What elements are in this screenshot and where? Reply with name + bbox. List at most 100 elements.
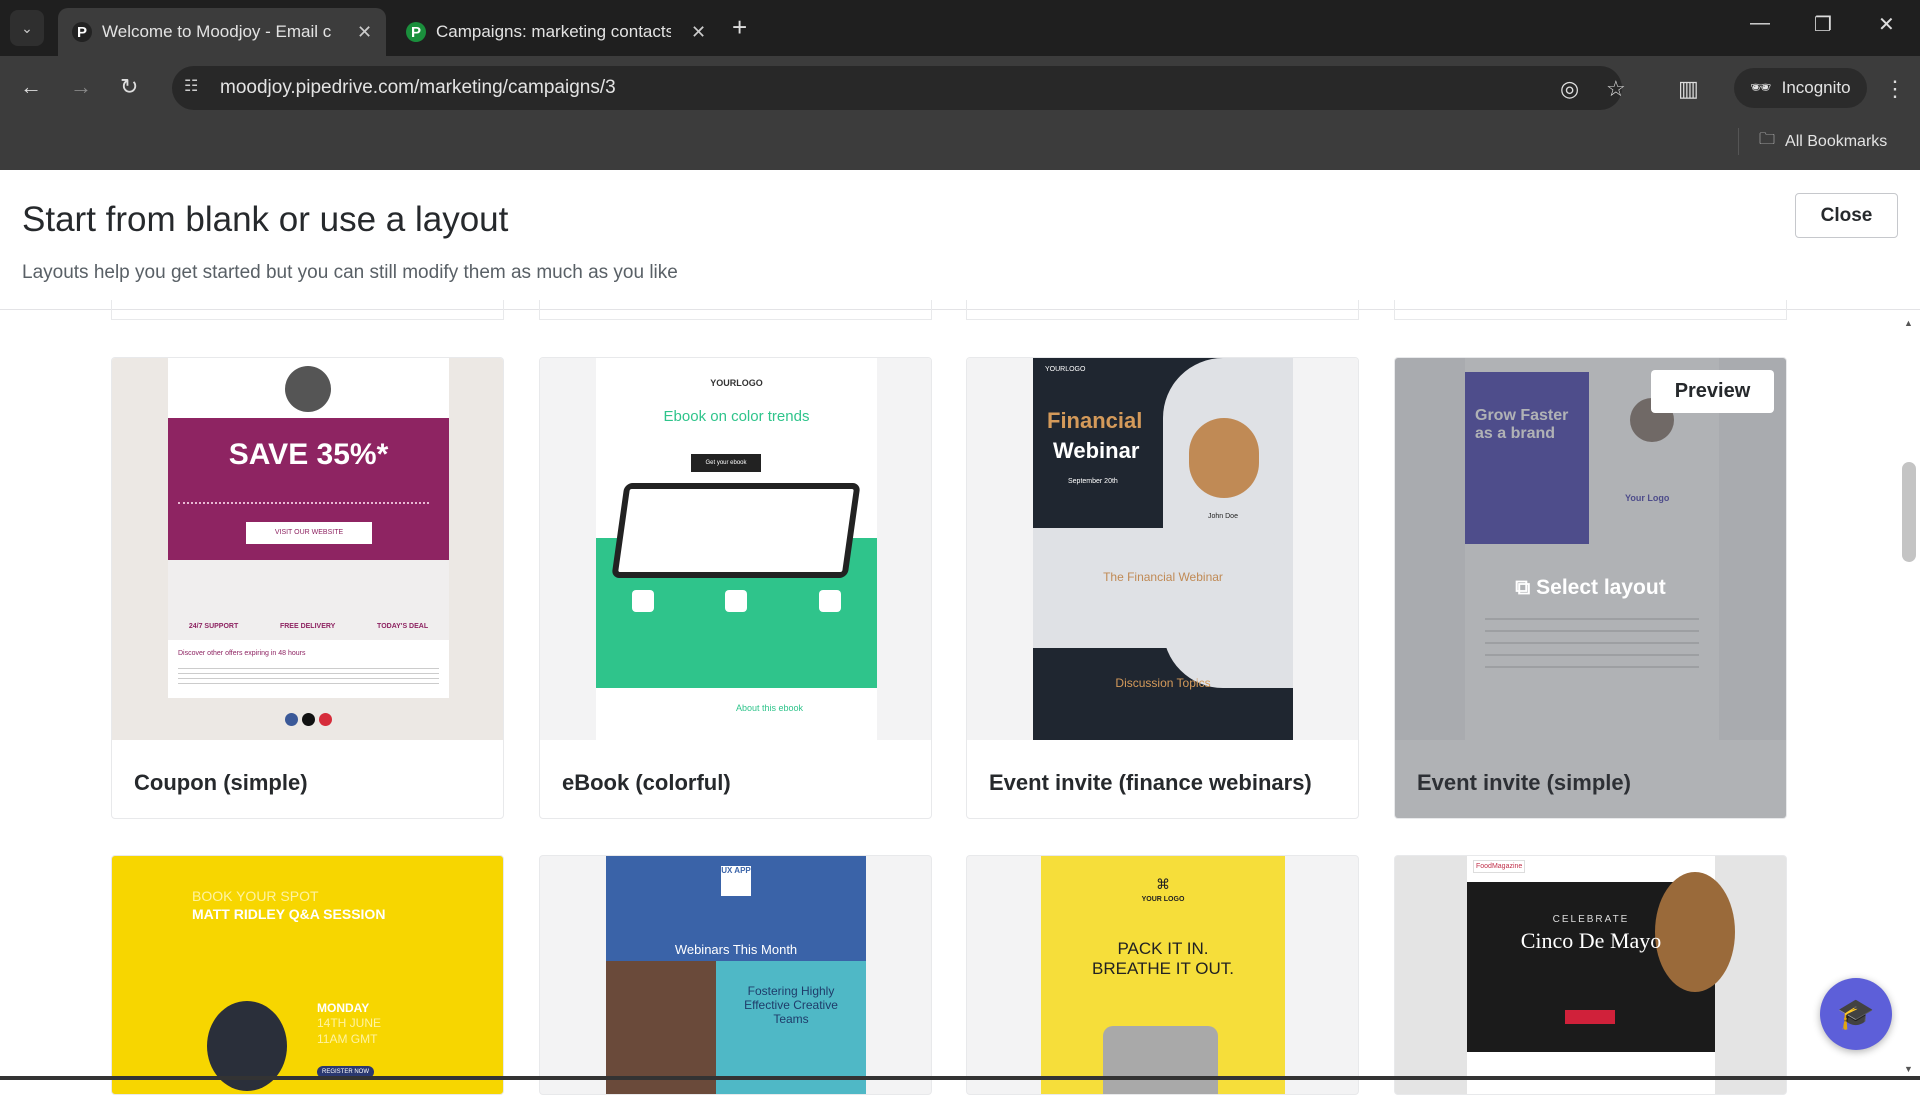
layout-card-qa-session[interactable]: BOOK YOUR SPOT MATT RIDLEY Q&A SESSION M… <box>111 855 504 1095</box>
minimize-icon[interactable]: — <box>1750 12 1770 35</box>
pipedrive-favicon-icon: P <box>72 22 92 42</box>
thumb-feature: FREE DELIVERY <box>279 623 336 630</box>
layout-name: eBook (colorful) <box>562 770 731 795</box>
close-button[interactable]: Close <box>1795 193 1898 238</box>
thumb-headline: Financial <box>1047 408 1143 433</box>
thumb-headline: Webinar <box>1053 438 1140 463</box>
thumb-logo: UX APP <box>721 866 751 896</box>
new-tab-icon[interactable]: + <box>732 12 747 43</box>
site-settings-icon[interactable]: ☷ <box>184 76 210 100</box>
close-tab-icon[interactable]: ✕ <box>691 22 706 43</box>
incognito-icon: 🕶 <box>1750 78 1772 97</box>
thumb-headline: Ebook on color trends <box>663 408 810 425</box>
side-panel-icon[interactable]: ▥ <box>1678 76 1699 102</box>
speaker-photo <box>1189 418 1259 498</box>
incognito-badge[interactable]: 🕶 Incognito <box>1734 68 1867 108</box>
thumb-section: Discussion Topics <box>1115 676 1211 690</box>
menu-icon[interactable]: ⋮ <box>1884 76 1906 102</box>
thumb-body: Discover other offers expiring in 48 hou… <box>178 650 306 657</box>
thumb-headline: CELEBRATE <box>1552 914 1630 925</box>
bottom-edge <box>0 1076 1920 1080</box>
page-title: Start from blank or use a layout <box>22 200 509 239</box>
thumb-date: MONDAY <box>317 1001 370 1015</box>
url-text: moodjoy.pipedrive.com/marketing/campaign… <box>220 77 616 98</box>
page-subtitle: Layouts help you get started but you can… <box>22 262 678 283</box>
scrollbar[interactable]: ▲ ▼ <box>1898 312 1920 1080</box>
incognito-label: Incognito <box>1781 78 1851 97</box>
academy-help-button[interactable]: 🎓 <box>1820 978 1892 1050</box>
thumb-button: Get your ebook <box>691 454 761 472</box>
thumb-feature: Fostering Highly Effective Creative Team… <box>744 984 838 1026</box>
card-previous-row <box>539 300 932 320</box>
select-layout-button[interactable]: ⧉ Select layout <box>1395 576 1786 600</box>
card-previous-row <box>111 300 504 320</box>
all-bookmarks[interactable]: 🗀 All Bookmarks <box>1738 128 1887 155</box>
reload-icon[interactable]: ↻ <box>120 74 138 100</box>
thumb-headline: BREATHE IT OUT. <box>1091 959 1234 978</box>
team-photo <box>606 961 716 1094</box>
eye-off-icon[interactable]: ◎ <box>1560 76 1579 102</box>
tab-welcome[interactable]: P Welcome to Moodjoy - Email c ✕ <box>58 8 387 56</box>
logo-circle <box>285 366 331 412</box>
layout-card-cinco-de-mayo[interactable]: FoodMagazine CELEBRATE Cinco De Mayo <box>1394 855 1787 1095</box>
thumb-logo: YOURLOGO <box>710 378 763 388</box>
tab-title: Campaigns: marketing contacts <box>436 22 671 41</box>
layout-card-webinars[interactable]: UX APP Webinars This Month Fostering Hig… <box>539 855 932 1095</box>
thumb-section: About this ebook <box>736 703 804 713</box>
thumb-date: September 20th <box>1068 478 1118 485</box>
scroll-up-icon[interactable]: ▲ <box>1904 318 1913 328</box>
card-previous-row <box>1394 300 1787 320</box>
thumb-headline: PACK IT IN. <box>1117 939 1209 958</box>
tab-campaigns[interactable]: P Campaigns: marketing contacts ✕ <box>392 8 720 56</box>
back-icon[interactable]: ← <box>20 74 42 100</box>
layout-card-finance-webinar[interactable]: YOURLOGO Financial Webinar September 20t… <box>966 357 1359 819</box>
thumb-logo: FoodMagazine <box>1473 860 1526 873</box>
facebook-icon <box>285 712 298 726</box>
card-previous-row <box>966 300 1359 320</box>
thumb-date: 14TH JUNE <box>317 1016 382 1030</box>
thumb-button: VISIT OUR WEBSITE <box>246 522 372 544</box>
scroll-down-icon[interactable]: ▼ <box>1904 1064 1913 1074</box>
modal-header: Start from blank or use a layout Layouts… <box>0 170 1920 310</box>
layout-card-backpack[interactable]: YOUR LOGO ⌘ PACK IT IN. BREATHE IT OUT. <box>966 855 1359 1095</box>
tab-search-dropdown[interactable]: ⌄ <box>10 10 44 46</box>
layout-card-coupon[interactable]: SAVE 35%* VISIT OUR WEBSITE 24/7 SUPPORT… <box>111 357 504 819</box>
thumb-section: The Financial Webinar <box>1103 570 1223 584</box>
thumb-date: 11AM GMT <box>317 1032 378 1046</box>
forward-icon[interactable]: → <box>70 74 92 100</box>
folder-icon: 🗀 <box>1759 131 1776 148</box>
youtube-icon <box>319 712 332 726</box>
hover-overlay <box>1395 358 1786 740</box>
layout-name: Event invite (finance webinars) <box>989 770 1312 795</box>
graduation-cap-icon: 🎓 <box>1837 997 1875 1031</box>
layout-card-ebook[interactable]: YOURLOGO Ebook on color trends Get your … <box>539 357 932 819</box>
x-icon <box>302 712 315 726</box>
backpack-image <box>1103 1026 1218 1094</box>
thumb-feature: 24/7 SUPPORT <box>188 623 239 630</box>
layout-name: Event invite (simple) <box>1417 770 1631 795</box>
bookmark-star-icon[interactable]: ☆ <box>1606 76 1626 102</box>
thumb-logo: YOURLOGO <box>1045 366 1086 373</box>
all-bookmarks-label: All Bookmarks <box>1785 132 1888 150</box>
thumb-feature: TODAY'S DEAL <box>377 623 429 630</box>
pipedrive-favicon-icon: P <box>406 22 426 42</box>
address-bar[interactable]: ☷ moodjoy.pipedrive.com/marketing/campai… <box>172 66 1622 110</box>
layout-thumbnail: YOURLOGO Ebook on color trends Get your … <box>596 358 877 740</box>
layout-thumbnail: SAVE 35%* VISIT OUR WEBSITE 24/7 SUPPORT… <box>168 358 449 740</box>
logo-icon: ⌘ <box>1156 876 1170 892</box>
layout-card-event-simple[interactable]: Grow Faster as a brand Your Logo Preview… <box>1394 357 1787 819</box>
thumb-headline: SAVE 35%* <box>228 438 389 471</box>
close-tab-icon[interactable]: ✕ <box>357 22 372 43</box>
close-window-icon[interactable]: ✕ <box>1878 12 1895 37</box>
scrollbar-thumb[interactable] <box>1902 462 1916 562</box>
thumb-headline: BOOK YOUR SPOT <box>192 888 319 904</box>
tab-title: Welcome to Moodjoy - Email c <box>102 22 332 41</box>
thumb-speaker: John Doe <box>1208 513 1238 520</box>
tablet-image <box>611 483 861 578</box>
copy-icon: ⧉ <box>1515 576 1531 599</box>
preview-button[interactable]: Preview <box>1651 370 1774 413</box>
restore-icon[interactable]: ❐ <box>1814 12 1832 37</box>
thumb-logo: YOUR LOGO <box>1141 896 1185 903</box>
thumb-headline: Webinars This Month <box>674 942 798 957</box>
layout-thumbnail: YOURLOGO Financial Webinar September 20t… <box>1033 358 1293 740</box>
